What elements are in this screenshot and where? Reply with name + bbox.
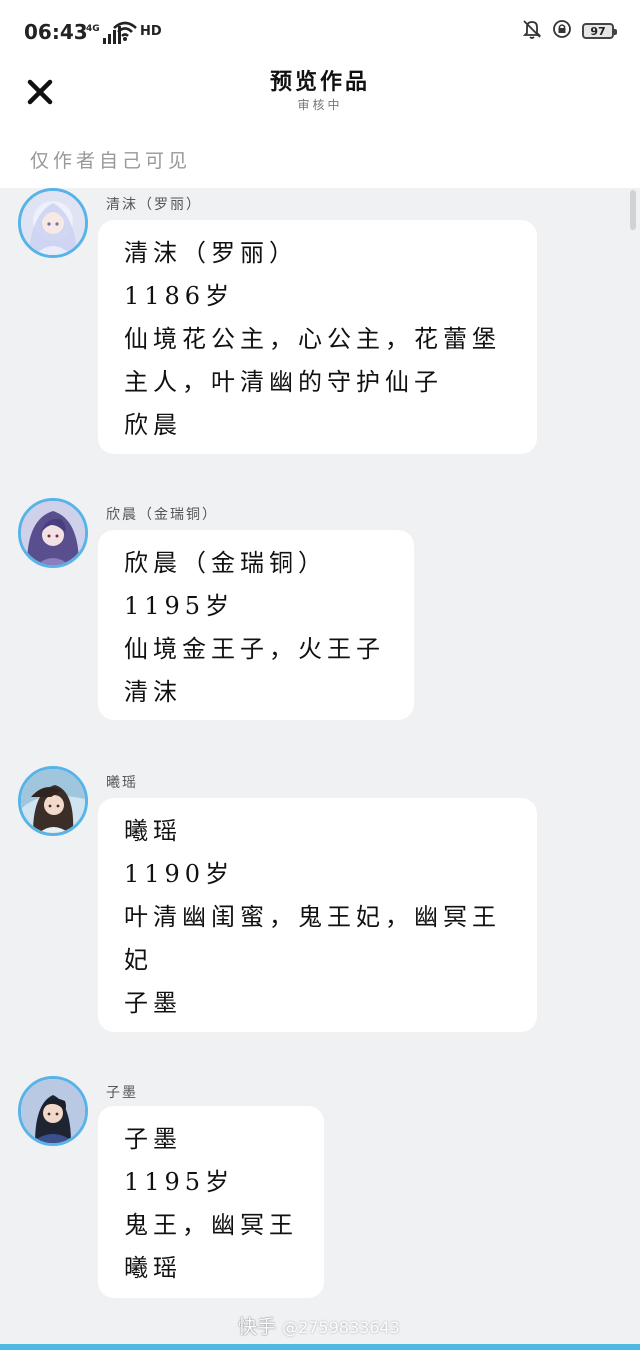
message-line: 主人，叶清幽的守护仙子 — [124, 368, 443, 396]
message-line: 1195岁 — [124, 592, 235, 620]
sender-name: 子墨 — [106, 1085, 138, 1101]
mute-notification-icon — [522, 19, 542, 43]
hd-indicator: HD — [140, 24, 162, 39]
watermark: 快手 @2759833643 — [238, 1312, 400, 1339]
page-title: 预览作品 — [269, 69, 370, 95]
battery-level: 97 — [590, 24, 606, 38]
sender-name: 欣晨（金瑞铜） — [106, 507, 218, 523]
status-bar: 06:43 4G HD 97 — [0, 0, 640, 64]
chat-list[interactable]: 清沫（罗丽） 清沫（罗丽） 1186岁 仙境花公主，心公主，花蕾堡 主人，叶清幽… — [0, 188, 640, 1350]
message-line: 欣晨 — [124, 411, 182, 439]
review-status: 审核中 — [297, 98, 343, 112]
message-line: 妃 — [124, 946, 153, 974]
message-bubble[interactable]: 子墨 1195岁 鬼王，幽冥王 曦瑶 — [98, 1106, 324, 1298]
avatar[interactable] — [18, 498, 88, 568]
avatar[interactable] — [18, 1076, 88, 1146]
message-line: 子墨 — [124, 1125, 182, 1153]
message-bubble[interactable]: 清沫（罗丽） 1186岁 仙境花公主，心公主，花蕾堡 主人，叶清幽的守护仙子 欣… — [98, 220, 537, 454]
message-line: 仙境花公主，心公主，花蕾堡 — [124, 325, 501, 353]
message-line: 1195岁 — [124, 1168, 235, 1196]
message-line: 仙境金王子，火王子 — [124, 635, 385, 663]
avatar[interactable] — [18, 188, 88, 258]
network-type: 4G — [86, 24, 100, 34]
lock-rotation-icon — [552, 19, 572, 43]
avatar-image — [21, 501, 85, 565]
message-line: 叶清幽闺蜜，鬼王妃，幽冥王 — [124, 903, 501, 931]
battery-icon: 97 — [582, 23, 617, 39]
message-line: 1190岁 — [124, 860, 235, 888]
scrollbar[interactable] — [630, 190, 636, 230]
sender-name: 清沫（罗丽） — [106, 197, 202, 213]
message-line: 清沫 — [124, 678, 182, 706]
watermark-brand: 快手 — [238, 1316, 277, 1338]
watermark-user-id: @2759833643 — [282, 1318, 400, 1337]
message-bubble[interactable]: 欣晨（金瑞铜） 1195岁 仙境金王子，火王子 清沫 — [98, 530, 414, 720]
avatar[interactable] — [18, 766, 88, 836]
message-line: 欣晨（金瑞铜） — [124, 549, 327, 577]
status-time: 06:43 — [24, 20, 88, 44]
message-line: 曦瑶 — [124, 817, 182, 845]
message-line: 清沫（罗丽） — [124, 239, 298, 267]
avatar-image — [21, 1079, 85, 1143]
visibility-note: 仅作者自己可见 — [30, 150, 192, 172]
avatar-image — [21, 769, 85, 833]
message-line: 鬼王，幽冥王 — [124, 1211, 298, 1239]
avatar-image — [21, 191, 85, 255]
message-line: 曦瑶 — [124, 1254, 182, 1282]
page-header: 预览作品 审核中 — [0, 64, 640, 136]
message-line: 1186岁 — [124, 282, 235, 310]
message-bubble[interactable]: 曦瑶 1190岁 叶清幽闺蜜，鬼王妃，幽冥王 妃 子墨 — [98, 798, 537, 1032]
bottom-edge — [0, 1344, 640, 1350]
wifi-icon — [112, 20, 138, 46]
message-line: 子墨 — [124, 989, 182, 1017]
sender-name: 曦瑶 — [106, 775, 138, 791]
